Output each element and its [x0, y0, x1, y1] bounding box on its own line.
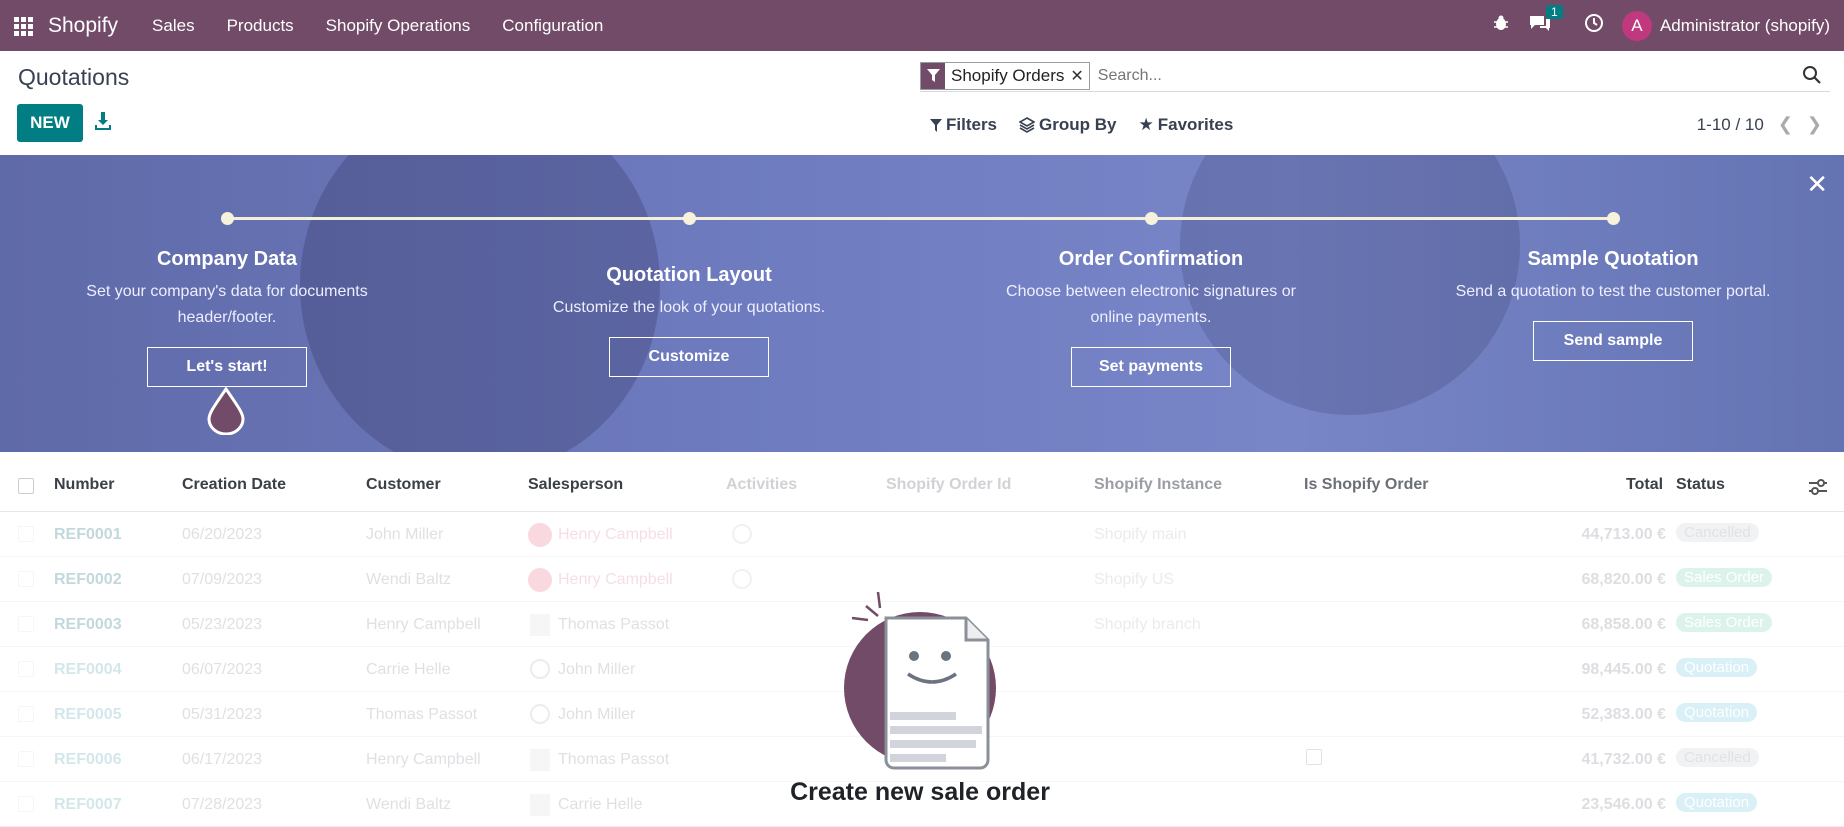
new-button[interactable]: NEW	[17, 104, 83, 142]
onboarding-banner: ✕ Company Data Set your company's data f…	[0, 155, 1844, 452]
menu-configuration[interactable]: Configuration	[486, 16, 619, 36]
step-description: Send a quotation to test the customer po…	[1455, 283, 1771, 300]
groupby-toggle[interactable]: Group By	[1019, 115, 1116, 135]
step-dot	[221, 212, 234, 225]
col-shopify-instance[interactable]: Shopify Instance	[1094, 476, 1222, 494]
groupby-label: Group By	[1039, 115, 1117, 134]
progress-track	[689, 217, 1151, 220]
app-grid-icon[interactable]	[12, 15, 34, 37]
debug-bug-icon[interactable]	[1492, 14, 1510, 37]
step-title: Order Confirmation	[1058, 248, 1244, 270]
set-payments-button[interactable]: Set payments	[1071, 347, 1231, 387]
col-customer[interactable]: Customer	[366, 476, 441, 494]
step-title: Quotation Layout	[606, 264, 772, 286]
download-icon[interactable]	[94, 111, 114, 133]
search-panel-toggles: Filters Group By ★ Favorites	[930, 115, 1233, 135]
filters-label: Filters	[946, 115, 998, 134]
step-company-data: Company Data Set your company's data for…	[67, 248, 387, 387]
menu-shopify-operations[interactable]: Shopify Operations	[310, 16, 487, 36]
step-description: Choose between electronic signatures or …	[1006, 283, 1296, 326]
activity-clock-icon[interactable]	[1584, 13, 1604, 38]
step-title: Sample Quotation	[1527, 248, 1699, 270]
progress-track	[1151, 217, 1613, 220]
col-activities[interactable]: Activities	[726, 476, 797, 494]
col-total[interactable]: Total	[1626, 476, 1663, 494]
col-salesperson[interactable]: Salesperson	[528, 476, 623, 494]
col-shopify-order-id[interactable]: Shopify Order Id	[886, 476, 1011, 494]
messages-icon[interactable]: 1	[1528, 5, 1563, 38]
facet-remove-icon[interactable]: ✕	[1070, 66, 1088, 86]
app-brand[interactable]: Shopify	[48, 14, 118, 38]
lets-start-button[interactable]: Let's start!	[147, 347, 307, 387]
search-icon[interactable]	[1802, 65, 1824, 87]
list-header: Number Creation Date Customer Salesperso…	[0, 462, 1844, 512]
user-name: Administrator (shopify)	[1659, 15, 1830, 35]
step-title: Company Data	[156, 248, 298, 270]
pager: 1-10 / 10 ❮ ❯	[1697, 114, 1822, 135]
col-is-shopify-order[interactable]: Is Shopify Order	[1304, 476, 1428, 494]
send-sample-button[interactable]: Send sample	[1533, 321, 1693, 361]
customize-button[interactable]: Customize	[609, 337, 769, 377]
empty-document-illustration	[844, 591, 996, 770]
step-description: Set your company's data for documents he…	[86, 283, 368, 326]
search-facet[interactable]: Shopify Orders ✕	[920, 61, 1090, 90]
step-order-confirmation: Order Confirmation Choose between electr…	[991, 248, 1311, 387]
favorites-label: Favorites	[1157, 115, 1234, 134]
progress-track	[227, 217, 689, 220]
user-menu[interactable]: A Administrator (shopify)	[1621, 10, 1830, 41]
filter-funnel-icon	[921, 62, 945, 89]
search-bar: Shopify Orders ✕	[920, 60, 1830, 92]
step-dot	[1145, 212, 1158, 225]
layers-icon	[1019, 117, 1036, 133]
select-all-checkbox[interactable]	[18, 478, 34, 494]
pager-previous-icon[interactable]: ❮	[1778, 114, 1793, 135]
col-creation-date[interactable]: Creation Date	[182, 476, 286, 494]
banner-close-icon[interactable]: ✕	[1806, 169, 1828, 200]
step-sample-quotation: Sample Quotation Send a quotation to tes…	[1453, 248, 1773, 361]
favorites-toggle[interactable]: ★ Favorites	[1138, 115, 1233, 135]
page-title: Quotations	[18, 64, 130, 90]
avatar: A	[1621, 10, 1652, 41]
facet-label: Shopify Orders	[951, 65, 1065, 85]
step-dot	[683, 212, 696, 225]
top-navbar: Shopify Sales Products Shopify Operation…	[0, 0, 1844, 51]
menu-products[interactable]: Products	[211, 16, 310, 36]
optional-columns-icon[interactable]	[1808, 478, 1828, 496]
filters-toggle[interactable]: Filters	[930, 115, 997, 135]
pointer-drop-icon	[207, 387, 245, 435]
search-input[interactable]	[1097, 66, 1802, 85]
filter-icon	[930, 118, 942, 132]
empty-state-title: Create new sale order	[790, 778, 1050, 806]
step-quotation-layout: Quotation Layout Customize the look of y…	[529, 264, 849, 377]
menu-sales[interactable]: Sales	[136, 16, 211, 36]
step-dot	[1607, 212, 1620, 225]
col-number[interactable]: Number	[54, 476, 114, 494]
star-icon: ★	[1138, 115, 1154, 134]
message-count-badge: 1	[1545, 5, 1563, 19]
step-description: Customize the look of your quotations.	[552, 299, 826, 316]
col-status[interactable]: Status	[1676, 476, 1725, 494]
pager-value[interactable]: 1-10 / 10	[1697, 115, 1764, 135]
pager-next-icon[interactable]: ❯	[1807, 114, 1822, 135]
